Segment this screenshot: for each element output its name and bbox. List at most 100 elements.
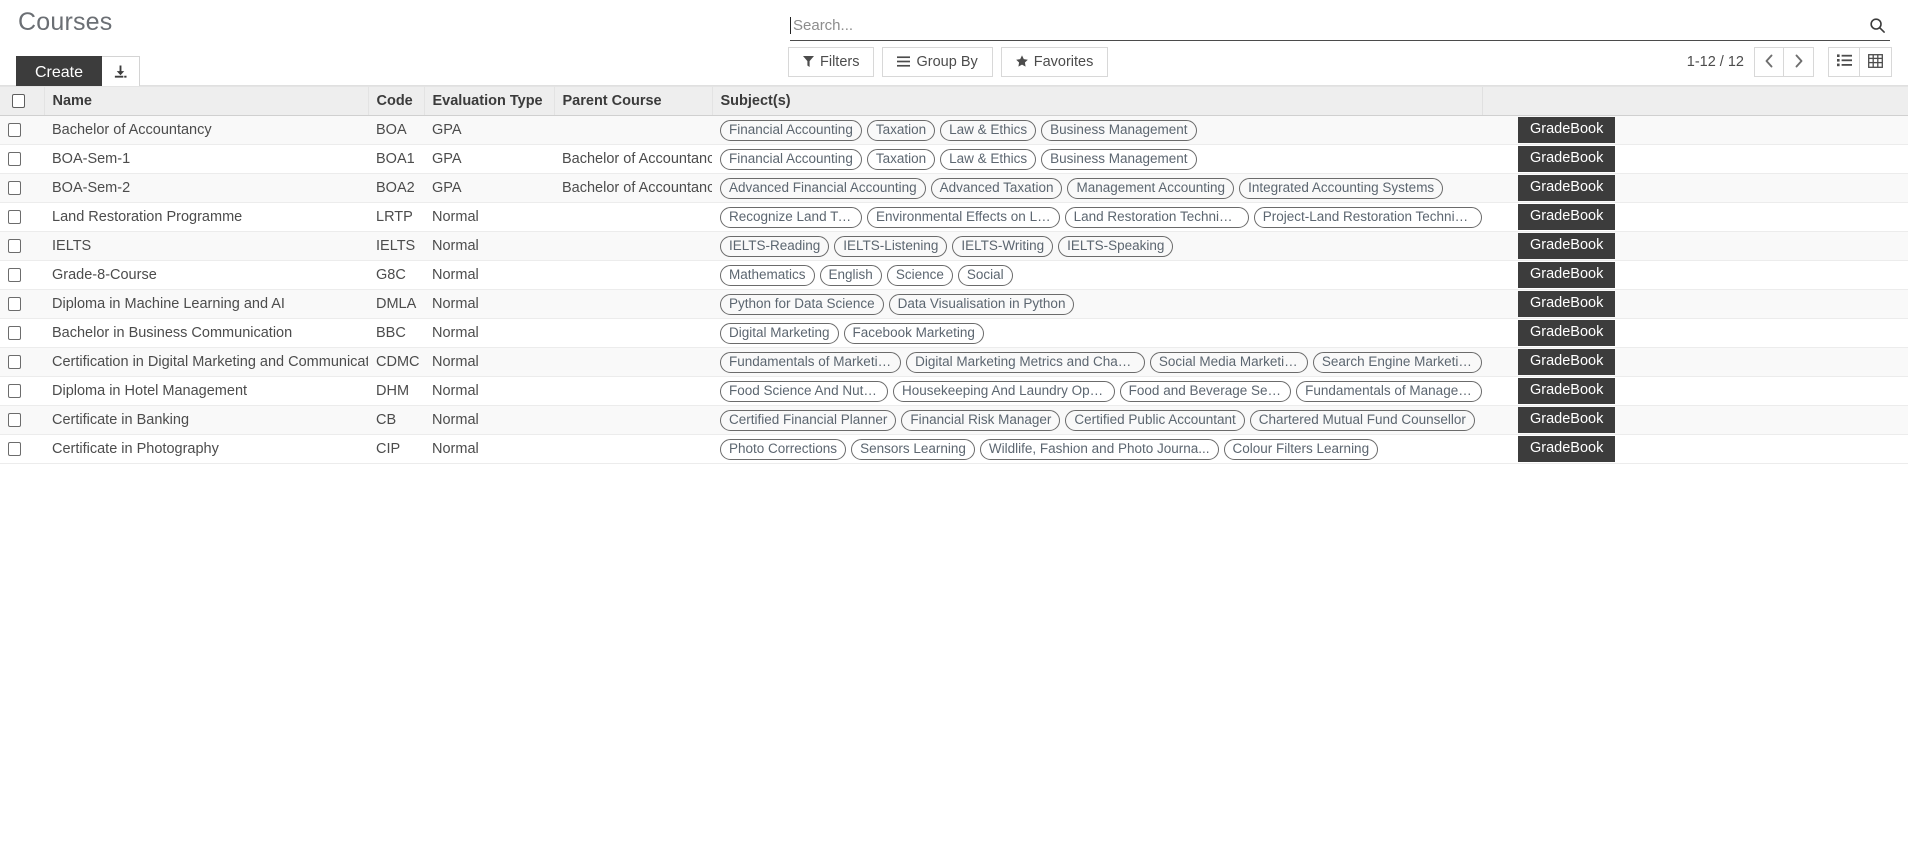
subject-tag[interactable]: Photo Corrections [720,438,847,460]
row-checkbox[interactable] [8,297,21,312]
table-row[interactable]: Certificate in Photography CIP Normal Photo… [0,434,1908,464]
select-all-checkbox[interactable] [12,94,25,109]
gradebook-button[interactable]: GradeBook [1518,204,1616,230]
table-row[interactable]: Diploma in Hotel Management DHM Normal Food… [0,376,1908,406]
subject-tag[interactable]: Taxation [866,148,936,170]
table-row[interactable]: Grade-8-Course G8C Normal Mathematics Englis… [0,260,1908,290]
subject-tag[interactable]: Social Media Marketing [1149,351,1308,373]
cell-name[interactable]: Diploma in Hotel Management [44,376,368,406]
subject-tag[interactable]: English [819,264,882,286]
favorites-button[interactable]: Favorites [1000,47,1109,77]
cell-name[interactable]: Bachelor of Accountancy [44,115,368,145]
subject-tag[interactable]: Environmental Effects on Land [866,206,1060,228]
subject-tag[interactable]: Sensors Learning [851,438,975,460]
gradebook-button[interactable]: GradeBook [1518,175,1616,201]
gradebook-button[interactable]: GradeBook [1518,233,1616,259]
subject-tag[interactable]: Integrated Accounting Systems [1239,177,1444,199]
subject-tag[interactable]: Fundamentals of Management [1296,380,1482,402]
subject-tag[interactable]: Mathematics [720,264,815,286]
table-row[interactable]: IELTS IELTS Normal IELTS-Reading IELTS-Liste… [0,231,1908,261]
gradebook-button[interactable]: GradeBook [1518,320,1616,346]
search-icon[interactable] [1864,17,1890,34]
table-row[interactable]: BOA-Sem-1 BOA1 GPA Bachelor of Accountancy F… [0,144,1908,174]
subject-tag[interactable]: Certified Public Accountant [1065,409,1245,431]
row-checkbox[interactable] [8,384,21,399]
cell-name[interactable]: Grade-8-Course [44,260,368,290]
gradebook-button[interactable]: GradeBook [1518,117,1616,143]
grid-view-button[interactable] [1860,47,1892,77]
row-checkbox[interactable] [8,413,21,428]
cell-name[interactable]: IELTS [44,231,368,261]
row-checkbox[interactable] [8,442,21,457]
subject-tag[interactable]: Food Science And Nutrition [720,380,888,402]
subject-tag[interactable]: Financial Risk Manager [901,409,1061,431]
gradebook-button[interactable]: GradeBook [1518,407,1616,433]
subject-tag[interactable]: Law & Ethics [940,148,1037,170]
cell-name[interactable]: Certificate in Banking [44,405,368,435]
cell-name[interactable]: Land Restoration Programme [44,202,368,232]
row-checkbox[interactable] [8,268,21,283]
subject-tag[interactable]: Facebook Marketing [843,322,984,344]
subject-tag[interactable]: Certified Financial Planner [720,409,897,431]
subject-tag[interactable]: Social [957,264,1013,286]
subject-tag[interactable]: Food and Beverage Service [1119,380,1292,402]
gradebook-button[interactable]: GradeBook [1518,262,1616,288]
subject-tag[interactable]: Wildlife, Fashion and Photo Journa... [979,438,1219,460]
subject-tag[interactable]: Business Management [1041,148,1197,170]
cell-name[interactable]: BOA-Sem-1 [44,144,368,174]
table-row[interactable]: BOA-Sem-2 BOA2 GPA Bachelor of Accountancy A… [0,173,1908,203]
subject-tag[interactable]: Business Management [1041,119,1197,141]
column-header-code[interactable]: Code [368,86,425,116]
gradebook-button[interactable]: GradeBook [1518,436,1616,462]
search-input[interactable] [791,16,1864,34]
gradebook-button[interactable]: GradeBook [1518,146,1616,172]
subject-tag[interactable]: Chartered Mutual Fund Counsellor [1249,409,1475,431]
subject-tag[interactable]: Land Restoration Techniques [1064,206,1249,228]
subject-tag[interactable]: IELTS-Speaking [1058,235,1174,257]
subject-tag[interactable]: Advanced Taxation [930,177,1063,199]
subject-tag[interactable]: Law & Ethics [940,119,1037,141]
table-row[interactable]: Certificate in Banking CB Normal Certified … [0,405,1908,435]
cell-name[interactable]: Certification in Digital Marketing and C… [44,347,368,377]
group-by-button[interactable]: Group By [882,47,993,77]
cell-name[interactable]: Bachelor in Business Communication [44,318,368,348]
gradebook-button[interactable]: GradeBook [1518,291,1616,317]
column-header-name[interactable]: Name [44,86,369,116]
cell-name[interactable]: Certificate in Photography [44,434,368,464]
list-view-button[interactable] [1828,47,1860,77]
subject-tag[interactable]: Financial Accounting [720,148,862,170]
row-checkbox[interactable] [8,239,21,254]
subject-tag[interactable]: Recognize Land Type [720,206,862,228]
subject-tag[interactable]: Digital Marketing [720,322,839,344]
subject-tag[interactable]: Taxation [866,119,936,141]
row-checkbox[interactable] [8,181,21,196]
subject-tag[interactable]: Search Engine Marketing [1312,351,1482,373]
subject-tag[interactable]: Colour Filters Learning [1223,438,1379,460]
table-row[interactable]: Diploma in Machine Learning and AI DMLA No… [0,289,1908,319]
subject-tag[interactable]: Management Accounting [1067,177,1235,199]
gradebook-button[interactable]: GradeBook [1518,378,1616,404]
filters-button[interactable]: Filters [788,47,875,77]
gradebook-button[interactable]: GradeBook [1518,349,1616,375]
cell-name[interactable]: BOA-Sem-2 [44,173,368,203]
row-checkbox[interactable] [8,152,21,167]
subject-tag[interactable]: IELTS-Listening [834,235,948,257]
subject-tag[interactable]: Python for Data Science [720,293,884,315]
table-row[interactable]: Certification in Digital Marketing and C… [0,347,1908,377]
column-header-parent-course[interactable]: Parent Course [554,86,713,116]
row-checkbox[interactable] [8,326,21,341]
search-bar[interactable] [790,10,1890,41]
row-checkbox[interactable] [8,123,21,138]
subject-tag[interactable]: Data Visualisation in Python [888,293,1075,315]
table-row[interactable]: Bachelor of Accountancy BOA GPA Financial A… [0,115,1908,145]
subject-tag[interactable]: Project-Land Restoration Techniques [1253,206,1482,228]
subject-tag[interactable]: Advanced Financial Accounting [720,177,926,199]
column-header-subjects[interactable]: Subject(s) [712,86,1482,116]
row-checkbox[interactable] [8,355,21,370]
next-page-button[interactable] [1784,47,1814,77]
subject-tag[interactable]: IELTS-Reading [720,235,830,257]
table-row[interactable]: Bachelor in Business Communication BBC Nor… [0,318,1908,348]
subject-tag[interactable]: Financial Accounting [720,119,862,141]
subject-tag[interactable]: Digital Marketing Metrics and Chan... [906,351,1145,373]
subject-tag[interactable]: Fundamentals of Marketing [720,351,902,373]
